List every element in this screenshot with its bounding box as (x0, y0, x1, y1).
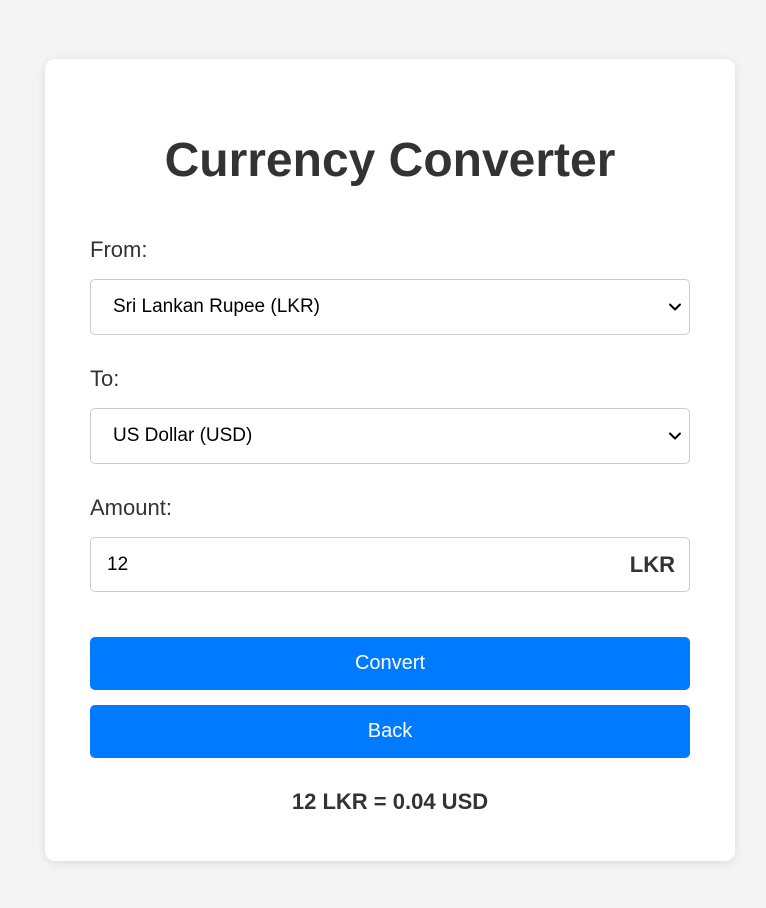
amount-currency-code: LKR (629, 552, 675, 577)
from-currency-value: Sri Lankan Rupee (LKR) (113, 296, 320, 317)
to-currency-select[interactable]: US Dollar (USD) (90, 408, 690, 464)
conversion-result: 12 LKR = 0.04 USD (291, 789, 489, 814)
chevron-down-icon (669, 303, 681, 311)
amount-input-value: 12 (107, 554, 129, 575)
back-button[interactable]: Back (90, 705, 690, 758)
from-currency-select[interactable]: Sri Lankan Rupee (LKR) (90, 279, 690, 335)
to-label: To: (90, 366, 120, 391)
to-currency-value: US Dollar (USD) (113, 425, 253, 446)
amount-label: Amount: (90, 495, 172, 520)
amount-input[interactable]: 12 LKR (90, 537, 690, 592)
convert-button[interactable]: Convert (90, 637, 690, 690)
chevron-down-icon (669, 432, 681, 440)
converter-card: Currency Converter From: Sri Lankan Rupe… (45, 59, 735, 861)
from-label: From: (90, 237, 148, 262)
page-title: Currency Converter (164, 134, 616, 187)
